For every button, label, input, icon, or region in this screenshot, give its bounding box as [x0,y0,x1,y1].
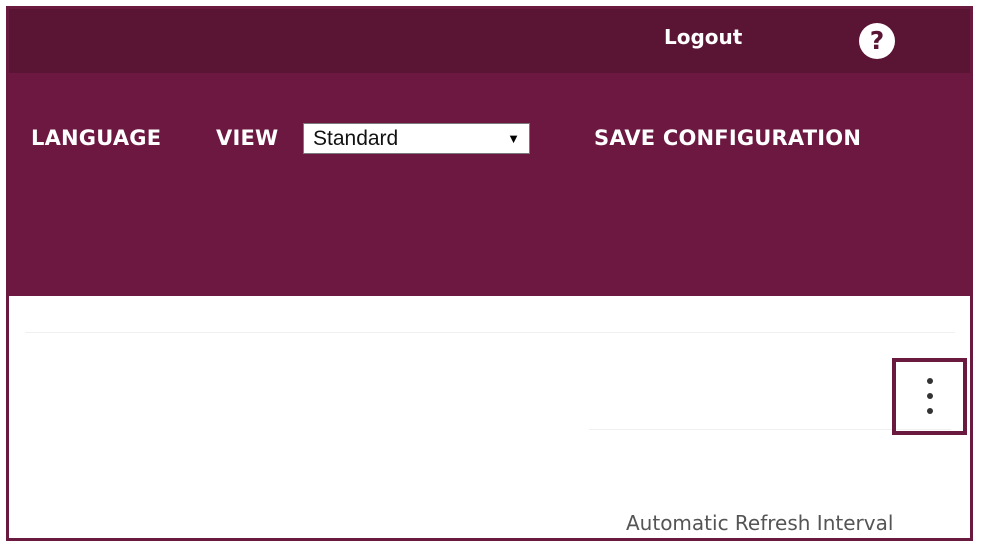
top-bar: Logout ? [9,9,970,73]
application-frame: Logout ? LANGUAGE VIEW Standard ▼ SAVE C… [6,6,973,541]
logout-link[interactable]: Logout [664,25,742,49]
view-select[interactable]: Standard ▼ [303,123,530,154]
more-options-button[interactable] [892,358,967,435]
main-menu-bar: LANGUAGE VIEW Standard ▼ SAVE CONFIGURAT… [9,73,970,296]
more-vertical-icon [927,378,933,415]
chevron-down-icon: ▼ [507,131,520,146]
view-selected-value: Standard [313,127,399,150]
view-label: VIEW [216,126,279,150]
more-dot-top [927,378,933,384]
more-dot-middle [927,393,933,399]
more-dot-bottom [927,408,933,414]
save-configuration-button[interactable]: SAVE CONFIGURATION [594,126,861,150]
language-menu[interactable]: LANGUAGE [31,126,161,150]
help-icon[interactable]: ? [859,23,895,59]
content-divider [25,332,955,333]
automatic-refresh-label: Automatic Refresh Interval [626,511,894,535]
